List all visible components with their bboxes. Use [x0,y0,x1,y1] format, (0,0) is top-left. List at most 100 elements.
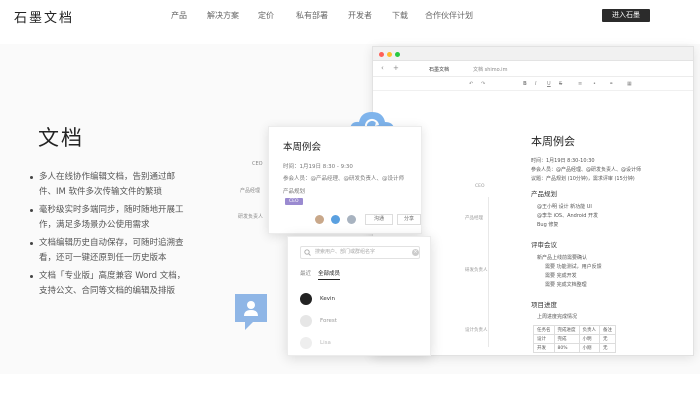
nav-item-download[interactable]: 下载 [392,10,408,21]
page: 石墨文档 产品 解决方案 定价 私有部署 开发者 下载 合作伙伴计划 进入石墨 … [0,0,700,400]
card-title: 本周例会 [283,142,322,153]
doc-progress-intro: 上周进度完成情况 [537,314,578,320]
doc-table: 任务名 完成进度 负责人 备注 设计 完成 小明 无 开发 80% 小刚 无 [533,325,616,353]
doc-heading-review: 评审会议 [531,241,557,249]
bold-icon[interactable]: B [523,81,527,87]
avatar [300,315,312,327]
member-name: Forest [320,318,337,324]
mention-popup: 搜索用户、部门或群组名字 × 最近 全部成员 Kevin Forest Lisa [287,236,431,356]
clear-icon[interactable]: × [412,249,419,256]
brand-logo[interactable]: 石墨文档 [14,7,74,26]
discuss-button[interactable]: 沟通 [365,214,393,225]
tab-all-members[interactable]: 全部成员 [318,269,341,280]
side-label: 产品经理 [465,216,483,221]
enter-button[interactable]: 进入石墨 [602,9,650,22]
document-title: 本周例会 [531,135,575,148]
feature-item: 文档编辑历史自动保存，可随时追溯查看，还可一键还原到任一历史版本 [30,236,190,266]
add-tab-icon[interactable]: + [393,64,399,72]
italic-icon[interactable]: I [535,81,536,87]
doc-topic: 议题：产品规划 (10分钟)，需求评审 (15分钟) [531,176,635,182]
card-attendees: 参会人员：@产品经理、@研发负责人、@设计师 [283,176,405,182]
browser-tab-label[interactable]: 石墨文档 [429,66,449,73]
table-cell: 开发 [533,343,555,353]
redo-icon[interactable]: ↷ [481,81,485,87]
list-icon[interactable]: • [593,81,596,87]
card-section: 产品规划 [283,189,306,195]
avatar [315,215,324,224]
nav-item-solutions[interactable]: 解决方案 [207,10,239,21]
back-icon[interactable]: ‹ [381,64,384,72]
close-dot-icon [379,52,384,57]
doc-checklist-item: @王小明 设计 新功能 UI [537,204,592,210]
tab-recent[interactable]: 最近 [300,269,311,277]
table-cell: 完成 [553,334,580,344]
browser-tab-row: ‹ + 石墨文档 文档 shimo.im [373,61,693,77]
maximize-dot-icon [395,52,400,57]
doc-review-item: 需要 完成开发 [545,273,577,279]
table-cell: 80% [553,343,580,353]
meeting-card: 本周例会 时间：1月19日 8:30 - 9:30 参会人员：@产品经理、@研发… [268,126,422,234]
nav-item-private-deploy[interactable]: 私有部署 [296,10,328,21]
table-cell: 无 [599,334,616,344]
avatar [300,293,312,305]
avatar [331,215,340,224]
table-cell: 小明 [578,334,600,344]
align-icon[interactable]: ≡ [578,81,582,87]
doc-time: 时间：1月19日 8:30-10:30 [531,158,595,164]
avatar [347,215,356,224]
top-navigation: 石墨文档 产品 解决方案 定价 私有部署 开发者 下载 合作伙伴计划 进入石墨 [0,0,700,32]
mention-tag[interactable]: CEO [285,198,303,205]
underline-icon[interactable]: U [547,81,551,87]
undo-icon[interactable]: ↶ [469,81,473,87]
table-row: 开发 80% 小刚 无 [533,343,616,353]
browser-url[interactable]: 文档 shimo.im [473,66,507,73]
table-cell: 设计 [533,334,555,344]
doc-review-item: 需要 功能测试，用户反馈 [545,264,602,270]
side-label: 研发负责人 [465,268,488,273]
table-header: 负责人 [578,325,600,335]
comment-track [488,197,489,347]
member-name: Lisa [320,340,331,346]
role-label: 产品经理 [240,188,261,194]
browser-titlebar [373,47,693,61]
doc-review-item: 需要 完成文档整理 [545,282,587,288]
user-chat-icon [235,294,267,330]
table-cell: 小刚 [578,343,600,353]
table-header: 任务名 [533,325,555,335]
table-row: 设计 完成 小明 无 [533,334,616,344]
doc-checklist-item: @李华 iOS、Android 开发 [537,213,599,219]
nav-item-pricing[interactable]: 定价 [258,10,274,21]
doc-heading-plan: 产品规划 [531,190,557,198]
card-time: 时间：1月19日 8:30 - 9:30 [283,164,353,170]
hero-title: 文档 [38,126,84,150]
doc-checklist-item: Bug 修复 [537,222,559,228]
role-label: CEO [252,161,263,167]
role-label: 研发负责人 [238,214,264,220]
nav-item-product[interactable]: 产品 [171,10,187,21]
doc-attendees: 参会人员：@产品经理、@研发负责人、@设计师 [531,167,642,173]
feature-item: 文档「专业版」高度兼容 Word 文档，支持公文、合同等文档的编辑及排版 [30,269,190,299]
member-search-input[interactable]: 搜索用户、部门或群组名字 [300,246,420,259]
table-header-row: 任务名 完成进度 负责人 备注 [533,325,616,335]
share-button[interactable]: 分享 [397,214,421,225]
table-icon[interactable]: ▦ [627,81,632,87]
side-label: CEO [475,184,485,189]
side-label: 设计负责人 [465,328,488,333]
link-icon[interactable]: ⚭ [609,81,613,87]
feature-list: 多人在线协作编辑文档，告别通过邮件、IM 软件多次传输文件的繁琐 毫秒级实时多端… [30,170,190,302]
avatar [300,337,312,349]
editor-toolbar: ↶ ↷ B I U S ≡ • ⚭ ▦ [373,77,693,91]
minimize-dot-icon [387,52,392,57]
member-name: Kevin [320,296,335,302]
table-header: 备注 [599,325,616,335]
doc-heading-progress: 项目进度 [531,301,557,309]
feature-item: 毫秒级实时多端同步，随时随地开展工作，满足多场景办公使用需求 [30,203,190,233]
table-header: 完成进度 [553,325,580,335]
strike-icon[interactable]: S [559,81,562,87]
table-cell: 无 [599,343,616,353]
search-icon [304,249,311,256]
nav-item-developers[interactable]: 开发者 [348,10,372,21]
nav-item-partners[interactable]: 合作伙伴计划 [425,10,473,21]
feature-item: 多人在线协作编辑文档，告别通过邮件、IM 软件多次传输文件的繁琐 [30,170,190,200]
doc-review-intro: 新产品上线前需要确认 [537,255,588,261]
